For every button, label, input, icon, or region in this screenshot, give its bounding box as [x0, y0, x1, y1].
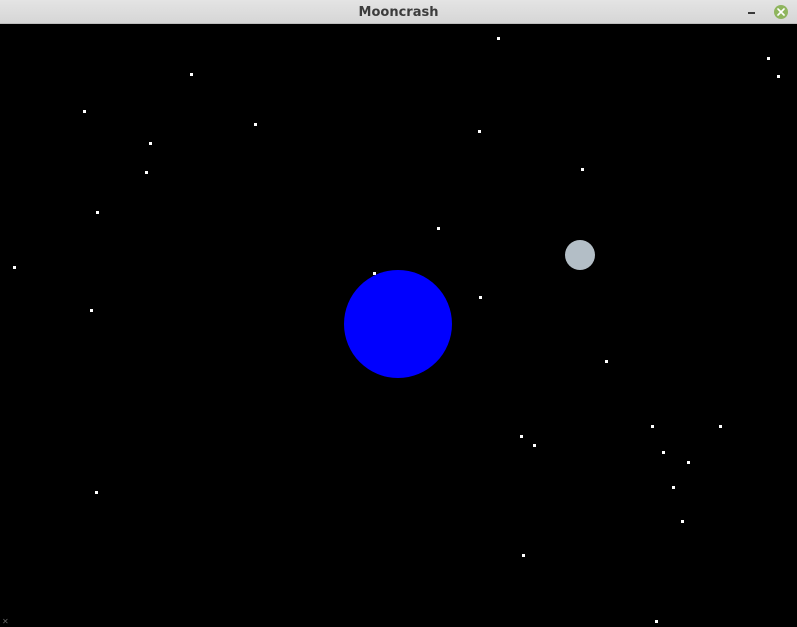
moon [565, 240, 595, 270]
star [437, 227, 440, 230]
window-title: Mooncrash [358, 5, 439, 20]
star [190, 73, 193, 76]
title-bar[interactable]: Mooncrash [0, 0, 797, 24]
star [520, 435, 523, 438]
star [681, 520, 684, 523]
star [655, 620, 658, 623]
close-button[interactable] [774, 5, 788, 19]
star [96, 211, 99, 214]
star [90, 309, 93, 312]
planet [344, 270, 452, 378]
star [651, 425, 654, 428]
game-window: Mooncrash ✕ [0, 0, 797, 627]
star [719, 425, 722, 428]
star [522, 554, 525, 557]
star [497, 37, 500, 40]
star [254, 123, 257, 126]
star [373, 272, 376, 275]
star [95, 491, 98, 494]
star [605, 360, 608, 363]
star [767, 57, 770, 60]
star [83, 110, 86, 113]
minimize-button[interactable] [744, 4, 760, 20]
star [13, 266, 16, 269]
star [478, 130, 481, 133]
star [145, 171, 148, 174]
star [479, 296, 482, 299]
star [672, 486, 675, 489]
star [533, 444, 536, 447]
game-canvas[interactable]: ✕ [0, 24, 797, 627]
star [687, 461, 690, 464]
star [581, 168, 584, 171]
close-icon [777, 8, 785, 16]
minimize-icon [748, 12, 755, 14]
resize-grip-icon: ✕ [2, 617, 9, 626]
star [149, 142, 152, 145]
star [662, 451, 665, 454]
star [777, 75, 780, 78]
